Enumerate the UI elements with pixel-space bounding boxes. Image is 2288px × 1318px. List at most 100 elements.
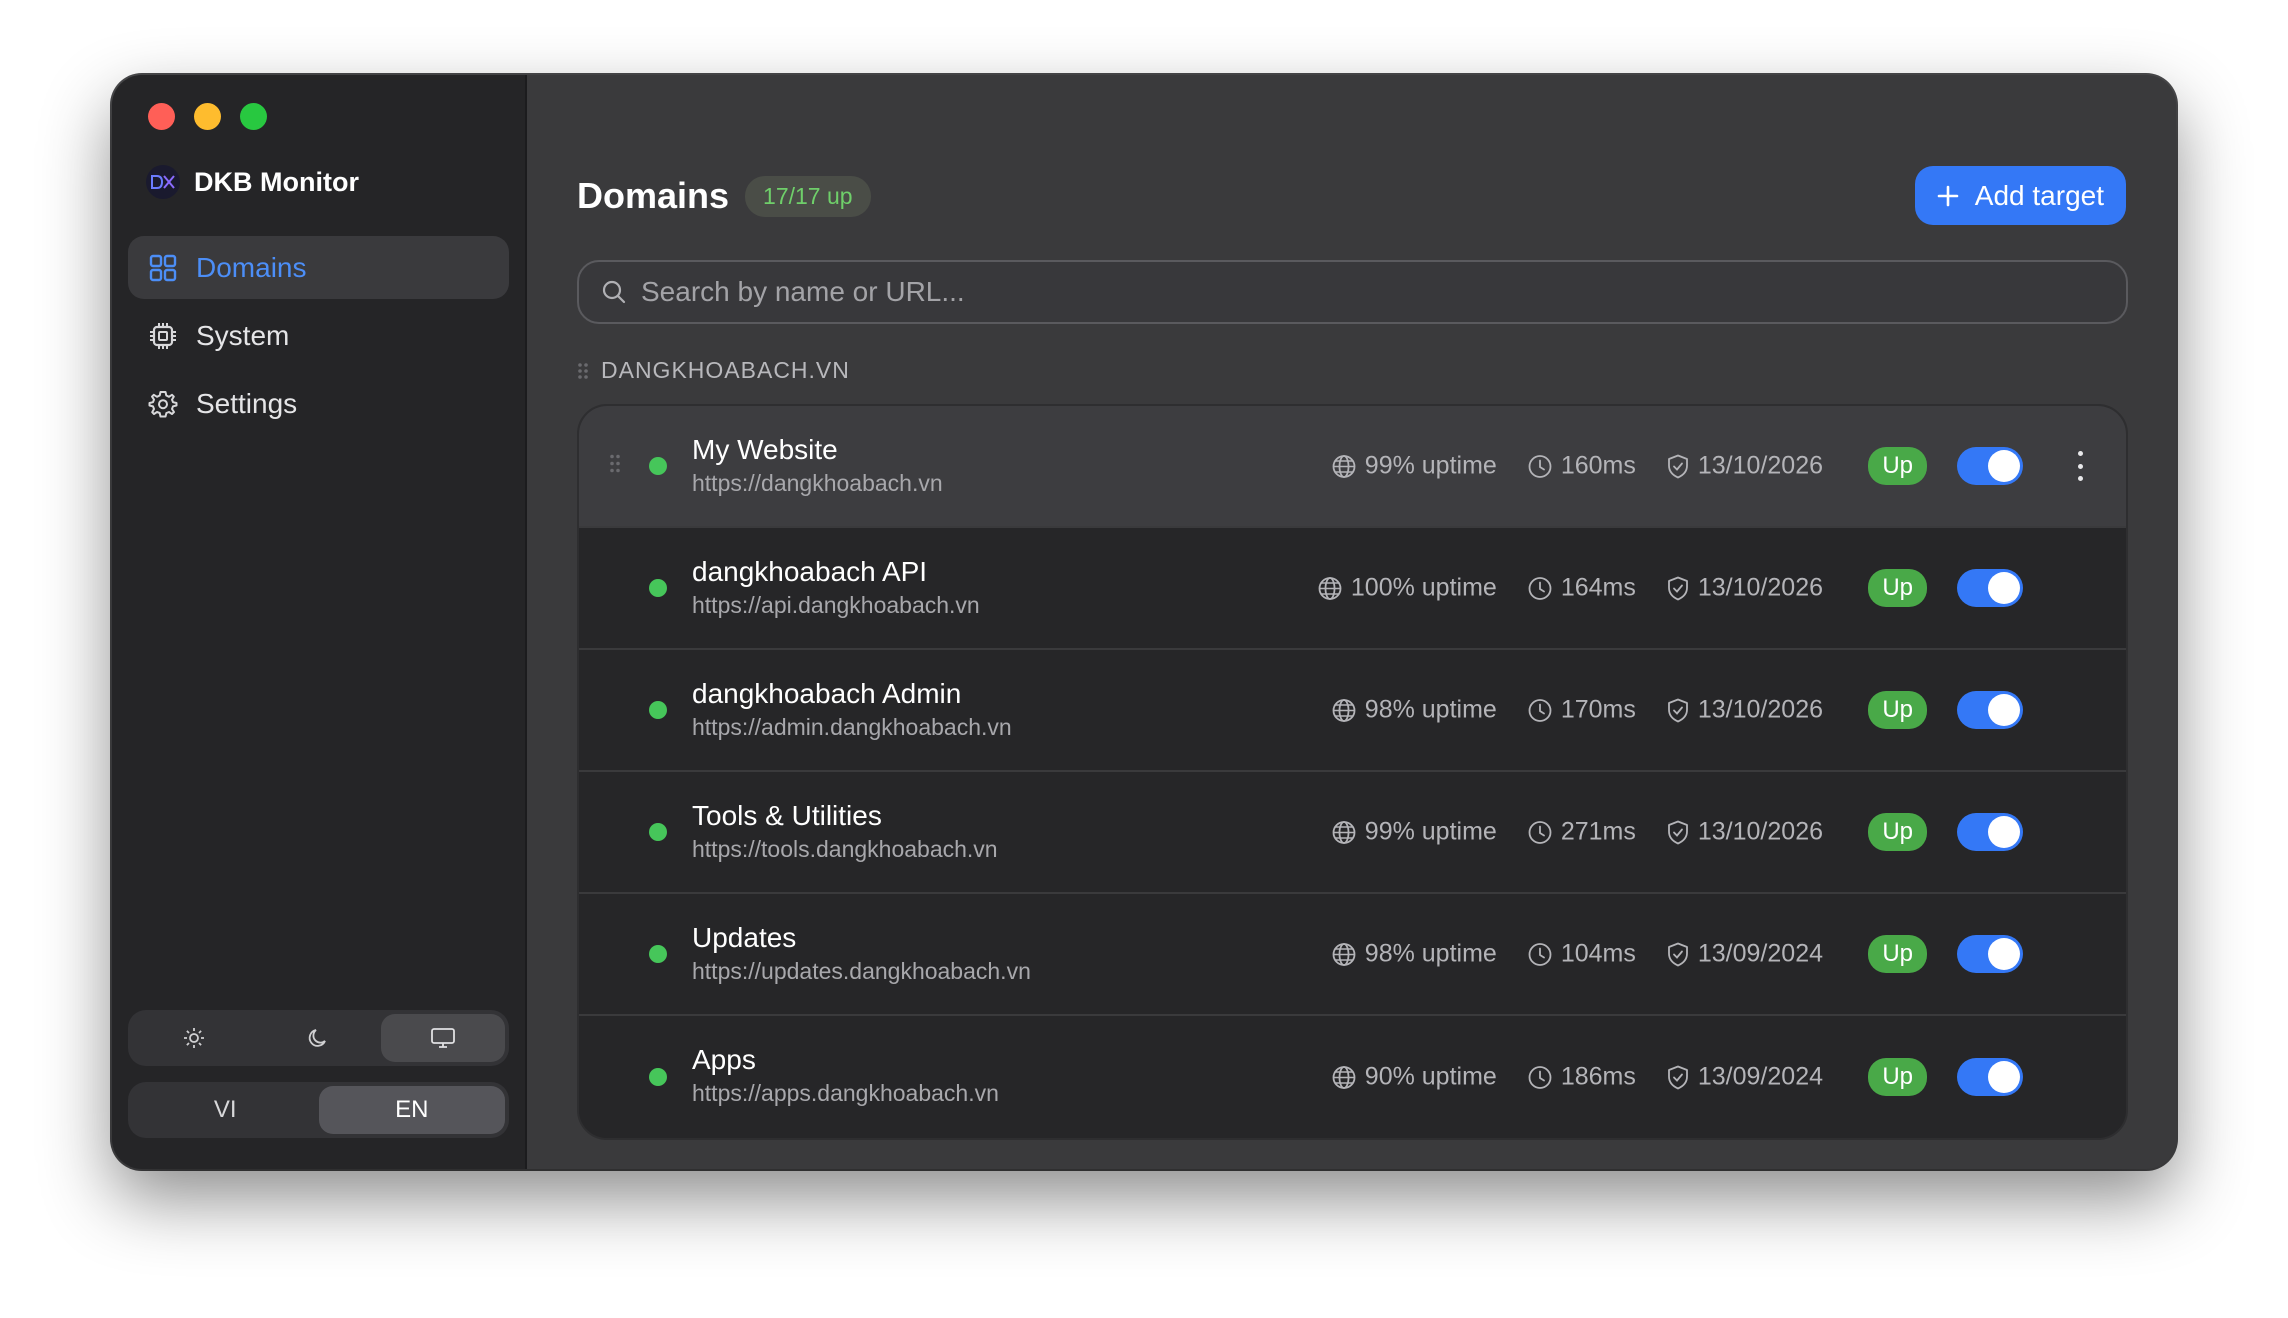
target-metrics: 99% uptime 160ms 13/10/2026	[1331, 452, 1823, 481]
status-badge: Up	[1868, 813, 1927, 851]
latency-metric: 271ms	[1527, 818, 1636, 847]
language-en-button[interactable]: EN	[318, 1086, 505, 1134]
target-row[interactable]: My Website https://dangkhoabach.vn 99% u…	[579, 406, 2126, 528]
app-name: DKB Monitor	[194, 166, 359, 197]
latency-value: 104ms	[1560, 939, 1636, 968]
sidebar-item-domains[interactable]: Domains	[128, 236, 509, 299]
globe-icon	[1332, 454, 1356, 478]
target-row[interactable]: dangkhoabach API https://api.dangkhoabac…	[579, 528, 2126, 650]
add-target-label: Add target	[1974, 179, 2104, 211]
shield-check-icon	[1667, 820, 1688, 844]
target-metrics: 98% uptime 104ms 13/09/2024	[1331, 940, 1823, 969]
globe-icon	[1332, 942, 1356, 966]
enable-toggle[interactable]	[1957, 569, 2023, 607]
clock-icon	[1528, 942, 1552, 966]
grid-icon	[148, 253, 178, 283]
uptime-metric: 100% uptime	[1317, 574, 1497, 603]
target-url: https://admin.dangkhoabach.vn	[692, 714, 1012, 740]
enable-toggle[interactable]	[1957, 935, 2023, 973]
target-row[interactable]: dangkhoabach Admin https://admin.dangkho…	[579, 650, 2126, 772]
search-bar	[577, 260, 2128, 324]
enable-toggle[interactable]	[1957, 691, 2023, 729]
uptime-value: 99% uptime	[1364, 451, 1497, 480]
ssl-metric: 13/10/2026	[1666, 696, 1823, 725]
status-badge: Up	[1868, 569, 1927, 607]
uptime-value: 100% uptime	[1350, 573, 1497, 602]
window-controls	[148, 103, 267, 130]
latency-metric: 164ms	[1527, 574, 1636, 603]
maximize-window-button[interactable]	[240, 103, 267, 130]
target-info: Updates https://updates.dangkhoabach.vn	[692, 920, 1031, 986]
sidebar-nav: Domains System Settings	[128, 236, 509, 440]
search-input[interactable]	[641, 276, 2126, 308]
enable-toggle[interactable]	[1957, 1058, 2023, 1096]
uptime-value: 90% uptime	[1364, 1062, 1497, 1091]
minimize-window-button[interactable]	[194, 103, 221, 130]
target-row[interactable]: Apps https://apps.dangkhoabach.vn 90% up…	[579, 1016, 2126, 1138]
globe-icon	[1332, 698, 1356, 722]
monitor-icon	[430, 1028, 455, 1048]
clock-icon	[1528, 820, 1552, 844]
group-header: DANGKHOABACH.VN	[577, 357, 850, 384]
target-metrics: 90% uptime 186ms 13/09/2024	[1331, 1063, 1823, 1092]
shield-check-icon	[1667, 454, 1688, 478]
enable-toggle[interactable]	[1957, 447, 2023, 485]
clock-icon	[1528, 576, 1552, 600]
language-vi-button[interactable]: VI	[132, 1086, 319, 1134]
target-list: My Website https://dangkhoabach.vn 99% u…	[577, 404, 2128, 1140]
sidebar-item-label: System	[196, 319, 290, 351]
target-metrics: 98% uptime 170ms 13/10/2026	[1331, 696, 1823, 725]
target-name: Tools & Utilities	[692, 800, 882, 831]
add-target-button[interactable]: Add target	[1914, 166, 2126, 225]
brand: DKB Monitor	[146, 165, 359, 199]
ssl-metric: 13/09/2024	[1666, 940, 1823, 969]
theme-dark-button[interactable]	[256, 1014, 380, 1062]
enable-toggle[interactable]	[1957, 813, 2023, 851]
uptime-metric: 98% uptime	[1331, 940, 1497, 969]
group-name: DANGKHOABACH.VN	[601, 357, 850, 383]
status-dot	[649, 579, 667, 597]
shield-check-icon	[1667, 942, 1688, 966]
target-name: Apps	[692, 1044, 756, 1075]
target-info: Apps https://apps.dangkhoabach.vn	[692, 1042, 999, 1108]
clock-icon	[1528, 1065, 1552, 1089]
globe-icon	[1332, 820, 1356, 844]
latency-metric: 186ms	[1527, 1063, 1636, 1092]
shield-check-icon	[1667, 576, 1688, 600]
sidebar-item-settings[interactable]: Settings	[128, 372, 509, 435]
cpu-icon	[148, 321, 178, 351]
drag-handle-icon[interactable]	[609, 453, 621, 480]
uptime-metric: 99% uptime	[1331, 452, 1497, 481]
theme-light-button[interactable]	[132, 1014, 256, 1062]
ssl-metric: 13/10/2026	[1666, 452, 1823, 481]
main-content: Domains 17/17 up Add target DANGKHOABACH…	[527, 75, 2176, 1169]
more-options-button[interactable]	[2070, 451, 2090, 481]
target-name: dangkhoabach API	[692, 556, 928, 587]
target-url: https://updates.dangkhoabach.vn	[692, 958, 1031, 984]
sidebar-item-label: Settings	[196, 387, 298, 419]
uptime-value: 99% uptime	[1364, 817, 1497, 846]
target-metrics: 99% uptime 271ms 13/10/2026	[1331, 818, 1823, 847]
sidebar-item-system[interactable]: System	[128, 304, 509, 367]
page-title: Domains	[577, 175, 730, 216]
app-window: DKB Monitor Domains System Settings VI E…	[112, 75, 2176, 1169]
target-row[interactable]: Tools & Utilities https://tools.dangkhoa…	[579, 772, 2126, 894]
plus-icon	[1937, 185, 1959, 206]
target-info: Tools & Utilities https://tools.dangkhoa…	[692, 798, 998, 864]
drag-handle-icon[interactable]	[577, 361, 589, 381]
ssl-metric: 13/10/2026	[1666, 818, 1823, 847]
theme-system-button[interactable]	[380, 1014, 505, 1062]
target-url: https://api.dangkhoabach.vn	[692, 592, 980, 618]
status-dot	[649, 945, 667, 963]
page-header: Domains 17/17 up	[577, 175, 871, 217]
ssl-metric: 13/09/2024	[1666, 1063, 1823, 1092]
close-window-button[interactable]	[148, 103, 175, 130]
status-badge: Up	[1868, 691, 1927, 729]
target-name: Updates	[692, 922, 797, 953]
target-name: dangkhoabach Admin	[692, 678, 962, 709]
status-badge: Up	[1868, 935, 1927, 973]
target-metrics: 100% uptime 164ms 13/10/2026	[1317, 574, 1823, 603]
status-dot	[649, 457, 667, 475]
status-badge: Up	[1868, 447, 1927, 485]
target-row[interactable]: Updates https://updates.dangkhoabach.vn …	[579, 894, 2126, 1016]
